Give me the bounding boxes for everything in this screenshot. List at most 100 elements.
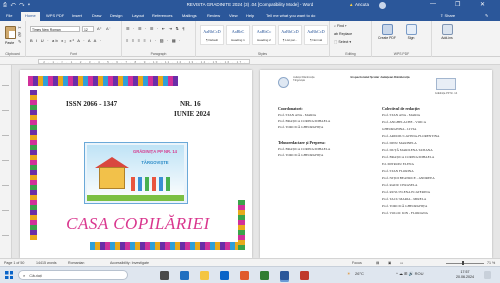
- cut-icon[interactable]: ✂: [18, 25, 21, 30]
- children-illustration: [131, 177, 171, 191]
- web-layout-icon[interactable]: ▭: [400, 261, 403, 265]
- clock[interactable]: 17:57 20.06.2024: [452, 270, 478, 280]
- editorial-name: Prof. BRAȘICA CORINA MIHAELA: [382, 155, 435, 159]
- word-icon[interactable]: [280, 271, 289, 280]
- warning-icon[interactable]: ▲: [349, 2, 353, 7]
- style-name: Heading 1: [231, 38, 245, 42]
- wps-pdf-group: Create PDF Sign WPS PDF: [372, 21, 432, 57]
- zoom-level[interactable]: 71 %: [487, 261, 495, 265]
- tab-layout[interactable]: Layout: [132, 13, 144, 18]
- tab-file[interactable]: File: [6, 13, 12, 18]
- account-name[interactable]: Ancuta: [355, 2, 369, 7]
- print-layout-icon[interactable]: ▣: [388, 261, 391, 265]
- style-name: Heading 2: [257, 38, 271, 42]
- zoom-slider[interactable]: [446, 262, 484, 264]
- paste-icon[interactable]: [5, 26, 16, 39]
- task-view-icon[interactable]: [160, 271, 169, 280]
- accessibility-checker[interactable]: Accessibility: Investigate: [110, 261, 149, 265]
- avatar[interactable]: [379, 1, 386, 9]
- pdf-app-icon[interactable]: [300, 271, 309, 280]
- shrink-font-icon[interactable]: A⁻: [106, 26, 111, 31]
- create-pdf-label: Create PDF: [378, 36, 396, 40]
- edge-icon[interactable]: [180, 271, 189, 280]
- ribbon-tabs: File Home WPS PDF Insert Draw Design Lay…: [0, 10, 500, 21]
- tab-home[interactable]: Home: [21, 11, 40, 21]
- style-normal[interactable]: AaBbCcD ¶ Normal: [304, 25, 328, 45]
- notifications-icon[interactable]: [484, 271, 491, 279]
- minimize-icon[interactable]: —: [430, 1, 436, 7]
- copy-icon[interactable]: ⎘: [18, 32, 21, 37]
- create-pdf-button[interactable]: Create PDF: [378, 24, 396, 40]
- tell-me-search[interactable]: Tell me what you want to do: [266, 13, 315, 18]
- ruler-mark: [2, 135, 9, 136]
- focus-mode-button[interactable]: Focus: [352, 261, 362, 265]
- add-ins-button[interactable]: Add-ins: [438, 24, 456, 40]
- tech-heading: Tehnoredactare și Prepress:: [278, 140, 326, 145]
- editorial-name: Prof. ARDOIU LAVINIA-FLORENTINA: [382, 134, 440, 138]
- select-button[interactable]: ⬚ Select ▾: [334, 40, 351, 44]
- kindergarten-logo-small: [436, 78, 456, 90]
- style-list-paragraph[interactable]: AaBbCcD ¶ List par...: [278, 25, 302, 45]
- county-text: Județul Dâmbovița Târgoviște: [293, 76, 315, 82]
- tab-view[interactable]: View: [229, 13, 238, 18]
- vertical-ruler: [0, 65, 12, 258]
- zoom-slider-thumb[interactable]: [462, 261, 464, 265]
- paste-button[interactable]: Paste: [5, 41, 14, 45]
- list-buttons[interactable]: ☰ · ☰ · ☰ · ⇤ ⇥ ⇅ ¶: [126, 26, 186, 31]
- chrome-icon[interactable]: [260, 271, 269, 280]
- office-icon[interactable]: [240, 271, 249, 280]
- issue-number: NR. 16: [180, 100, 201, 108]
- tab-wps-pdf[interactable]: WPS PDF: [46, 13, 64, 18]
- document-page-2[interactable]: Județul Dâmbovița Târgoviște Inspectorat…: [260, 70, 492, 258]
- page-count[interactable]: Page 1 of 50: [4, 261, 24, 265]
- sign-button[interactable]: Sign: [402, 24, 420, 40]
- style-heading-1[interactable]: AaBbC Heading 1: [226, 25, 250, 45]
- tab-draw[interactable]: Draw: [92, 13, 101, 18]
- ruler-scale[interactable]: · 2 · 1 · ▯ · 1 · 2 · 3 · 4 · 5 · 6 · 7 …: [38, 58, 250, 64]
- ribbon: Paste ✂ ⎘ ✎ Clipboard Times New Roman 12…: [0, 21, 500, 57]
- replace-button[interactable]: ab Replace: [334, 32, 352, 36]
- font-size-select[interactable]: 12: [82, 26, 94, 32]
- tab-references[interactable]: References: [152, 13, 172, 18]
- tab-insert[interactable]: Insert: [72, 13, 82, 18]
- weather-temperature[interactable]: 26°C: [355, 271, 364, 276]
- system-tray-icons[interactable]: ^ ☁ ⊞ 🔊 ROU: [396, 271, 424, 276]
- clipboard-group: Paste ✂ ⎘ ✎ Clipboard: [0, 21, 26, 57]
- word-count[interactable]: 14415 words: [36, 261, 57, 265]
- store-icon[interactable]: [220, 271, 229, 280]
- decorative-border-left: [30, 90, 37, 240]
- close-icon[interactable]: ✕: [480, 1, 485, 8]
- tab-help[interactable]: Help: [246, 13, 254, 18]
- tab-design[interactable]: Design: [110, 13, 122, 18]
- taskbar-search[interactable]: ⌕ Căutați: [18, 270, 128, 280]
- windows-start-icon[interactable]: [5, 271, 13, 279]
- style-name: ¶ Default: [206, 38, 218, 42]
- style-default[interactable]: AaBbCcD ¶ Default: [200, 25, 224, 45]
- tab-mailings[interactable]: Mailings: [182, 13, 197, 18]
- share-button[interactable]: ⇪ Share: [440, 13, 455, 18]
- restore-icon[interactable]: ❐: [455, 1, 460, 8]
- group-label: Styles: [257, 52, 268, 56]
- coordinators-heading: Coordonatori:: [278, 106, 303, 111]
- format-painter-icon[interactable]: ✎: [18, 39, 21, 44]
- align-buttons[interactable]: ≡ ≡ ≡ ≡ ↕ · ▨ · ▦ ·: [126, 38, 182, 43]
- document-workspace[interactable]: ISSN 2066 - 1347 NR. 16 IUNIE 2024 GRĂDI…: [12, 65, 500, 258]
- issue-date: IUNIE 2024: [174, 110, 210, 118]
- document-page-1[interactable]: ISSN 2066 - 1347 NR. 16 IUNIE 2024 GRĂDI…: [20, 70, 252, 258]
- status-bar: Page 1 of 50 14415 words Romanian Access…: [0, 258, 500, 266]
- editing-group: ⌕ Find ▾ ab Replace ⬚ Select ▾ Editing: [330, 21, 372, 57]
- style-heading-2[interactable]: AaBbCc Heading 2: [252, 25, 276, 45]
- clock-date: 20.06.2024: [456, 274, 474, 279]
- file-explorer-icon[interactable]: [200, 271, 209, 280]
- grow-font-icon[interactable]: A⁺: [97, 26, 102, 31]
- find-button[interactable]: ⌕ Find ▾: [334, 24, 347, 28]
- language-indicator[interactable]: Romanian: [68, 261, 84, 265]
- read-mode-icon[interactable]: ▤: [376, 261, 379, 265]
- tab-review[interactable]: Review: [207, 13, 220, 18]
- comments-icon[interactable]: ✎: [485, 13, 488, 18]
- font-name-select[interactable]: Times New Roman: [30, 26, 80, 32]
- format-buttons[interactable]: B I U · ab x₂ x² A · A A ·: [30, 38, 102, 43]
- kindergarten-logo: GRĂDINIȚA PP NR. 14 TÂRGOVIȘTE: [84, 142, 188, 204]
- pdf-icon: [381, 24, 393, 35]
- editorial-name: GHEORGHINA - LIVIA: [382, 127, 417, 131]
